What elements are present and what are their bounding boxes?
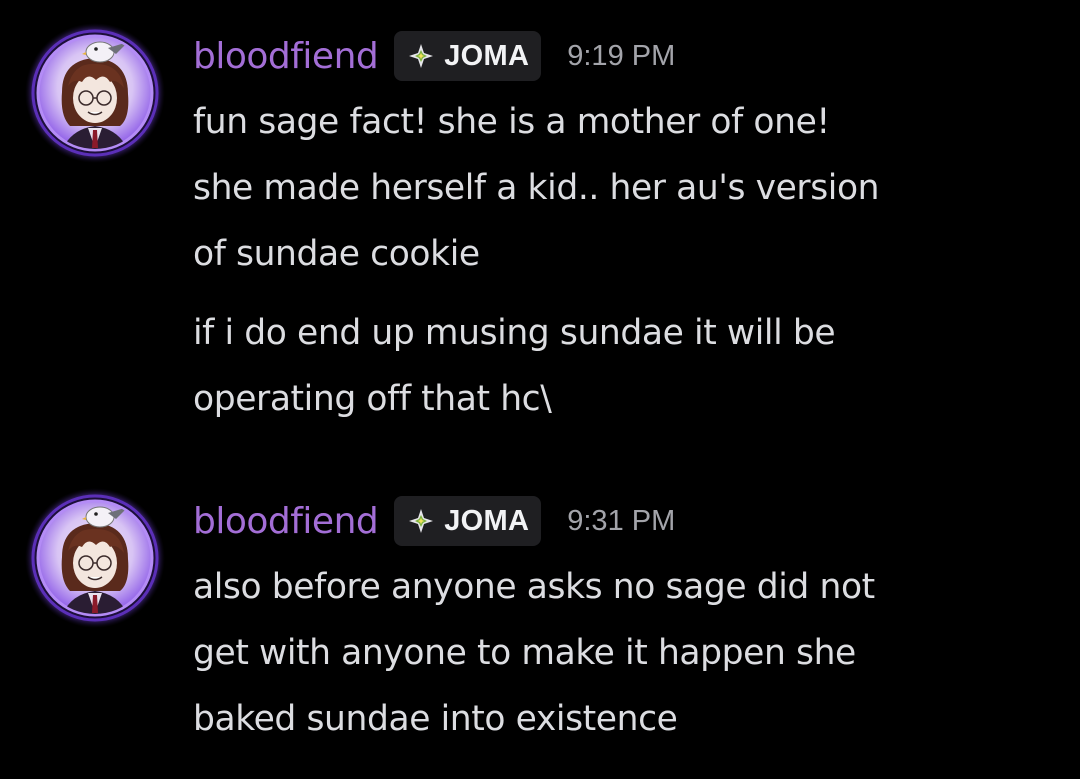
message-paragraph: if i do end up musing sundae it will be … xyxy=(193,300,1053,432)
message-line: of sundae cookie xyxy=(193,234,480,274)
message-line: if i do end up musing sundae it will be xyxy=(193,313,836,353)
username[interactable]: bloodfiend xyxy=(193,501,379,542)
message-header: bloodfiend JOMA 9:19 PM xyxy=(193,30,675,82)
username[interactable]: bloodfiend xyxy=(193,36,379,77)
guild-tag[interactable]: JOMA xyxy=(394,496,542,546)
avatar-image xyxy=(25,23,165,163)
message-line: operating off that hc\ xyxy=(193,379,552,419)
guild-tag-label: JOMA xyxy=(444,504,530,537)
timestamp: 9:19 PM xyxy=(567,39,676,72)
message-line: get with anyone to make it happen she xyxy=(193,633,856,673)
message-paragraph: also before anyone asks no sage did not … xyxy=(193,554,1053,752)
message-paragraph: fun sage fact! she is a mother of one! s… xyxy=(193,89,1053,287)
avatar-image xyxy=(25,488,165,628)
timestamp: 9:31 PM xyxy=(567,504,676,537)
guild-tag-label: JOMA xyxy=(444,39,530,72)
avatar[interactable] xyxy=(24,487,166,629)
message-line: baked sundae into existence xyxy=(193,699,678,739)
avatar[interactable] xyxy=(24,22,166,164)
message-header: bloodfiend JOMA 9:31 PM xyxy=(193,495,675,547)
message-line: also before anyone asks no sage did not xyxy=(193,567,875,607)
diamond-sparkle-icon xyxy=(409,44,434,68)
message-line: she made herself a kid.. her au's versio… xyxy=(193,168,880,208)
diamond-sparkle-icon xyxy=(409,509,434,533)
message-line: fun sage fact! she is a mother of one! xyxy=(193,102,830,142)
guild-tag[interactable]: JOMA xyxy=(394,31,542,81)
